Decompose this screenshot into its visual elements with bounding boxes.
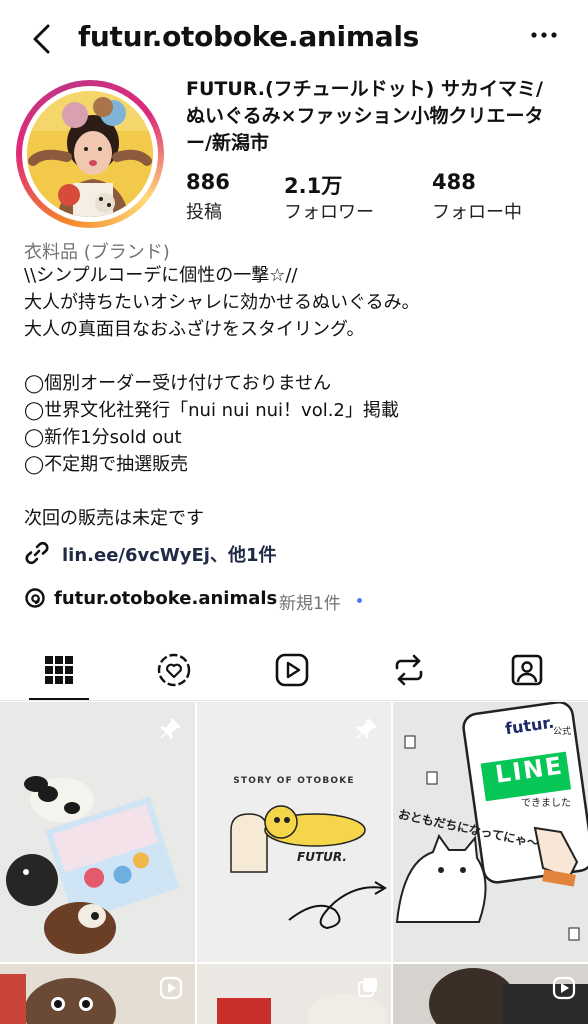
profile-display-name: FUTUR.(フチュールドット) サカイマミ/ ぬいぐるみ×ファッション小物クリ…	[186, 76, 578, 157]
header-username: futur.otoboke.animals	[78, 20, 419, 53]
display-name-line: ー/新潟市	[186, 132, 269, 154]
reposts-icon	[395, 654, 423, 686]
tab-grid[interactable]	[39, 652, 79, 688]
profile-link[interactable]: lin.ee/6vcWyEj、他1件	[62, 541, 277, 567]
pinned-icon	[157, 716, 183, 746]
play-icon	[275, 653, 309, 687]
reel-indicator-icon	[552, 976, 576, 1004]
chevron-left-icon	[33, 24, 50, 54]
more-options-button[interactable]	[530, 22, 558, 52]
following-label[interactable]: フォロー中	[432, 198, 522, 224]
posts-label[interactable]: 投稿	[186, 198, 222, 224]
threads-new-badge[interactable]: 新規1件	[279, 589, 341, 614]
profile-category: 衣料品 (ブランド)	[24, 242, 170, 263]
new-indicator-dot	[357, 598, 362, 603]
posts-count[interactable]: 886	[186, 170, 230, 194]
post-tile[interactable]: futur. 公式 LINE できました おともだちになってにゃ〜	[393, 702, 588, 962]
post-tile[interactable]	[393, 964, 588, 1024]
official-label: 公式	[553, 727, 572, 737]
carousel-icon	[357, 976, 379, 1002]
threads-handle[interactable]: futur.otoboke.animals	[54, 588, 277, 609]
link-icon[interactable]	[24, 540, 50, 570]
threads-icon[interactable]	[24, 587, 46, 613]
more-horizontal-icon	[531, 32, 557, 38]
tagged-icon	[511, 654, 543, 686]
grid-icon	[45, 656, 73, 684]
profile-bio: \\シンプルコーデに個性の一撃☆// 大人が持ちたいオシャレに効かせるぬいぐるみ…	[24, 265, 420, 529]
futur-logo: FUTUR.	[297, 850, 347, 864]
avatar-story-ring[interactable]	[16, 80, 164, 228]
post-tile[interactable]	[0, 964, 195, 1024]
display-name-line: FUTUR.(フチュールドット) サカイマミ/	[186, 78, 543, 100]
post-tile[interactable]	[0, 702, 195, 962]
avatar	[27, 91, 153, 217]
tabs-divider	[0, 700, 588, 701]
back-button[interactable]	[30, 22, 54, 56]
dekimashita-label: できました	[521, 798, 571, 809]
tab-reels[interactable]	[272, 652, 312, 688]
following-count[interactable]: 488	[432, 170, 476, 194]
followers-label[interactable]: フォロワー	[284, 198, 374, 224]
pinned-icon	[353, 716, 379, 746]
followers-count[interactable]: 2.1万	[284, 170, 342, 200]
post-tile[interactable]	[197, 964, 391, 1024]
tab-reposts[interactable]	[389, 652, 429, 688]
tab-reels-profile[interactable]	[154, 652, 194, 688]
post-tile[interactable]: STORY OF OTOBOKE FUTUR.	[197, 702, 391, 962]
tab-tagged[interactable]	[507, 652, 547, 688]
display-name-line: ぬいぐるみ×ファッション小物クリエータ	[186, 105, 544, 127]
reel-indicator-icon	[159, 976, 183, 1004]
reels-profile-icon	[157, 653, 191, 687]
